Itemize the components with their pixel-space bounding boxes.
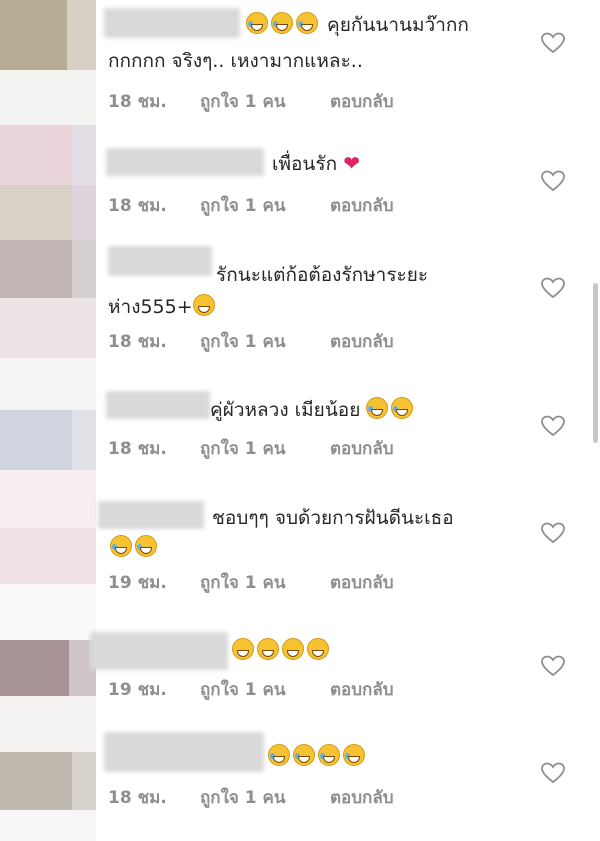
like-count-link[interactable]: ถูกใจ 1 คน xyxy=(200,328,286,355)
emoji-icon xyxy=(282,638,304,660)
emoji-icon xyxy=(232,638,254,660)
comment-text: คุยกันนานมว๊ากก xyxy=(246,8,469,42)
emoji-icon xyxy=(307,638,329,660)
comment-text-line: เพื่อนรัก xyxy=(272,153,338,175)
comment-item: 18 ชม. ถูกใจ 1 คน ตอบกลับ xyxy=(0,728,600,828)
comment-item: รักนะแต่ก้อต้องรักษาระยะ ห่าง555+ 18 ชม.… xyxy=(0,240,600,360)
comment-time: 18 ชม. xyxy=(108,332,167,352)
comment-text-line: กกกกก จริงๆ.. เหงามากแหละ.. xyxy=(108,50,363,72)
username-blurred[interactable] xyxy=(106,391,210,419)
reply-link[interactable]: ตอบกลับ xyxy=(330,676,394,703)
scrollbar-thumb[interactable] xyxy=(593,283,598,443)
comment-text xyxy=(232,634,332,668)
emoji-icon xyxy=(293,744,315,766)
comment-text-line: ห่าง555+ xyxy=(108,296,193,318)
username-blurred[interactable] xyxy=(98,501,204,529)
reply-link[interactable]: ตอบกลับ xyxy=(330,328,394,355)
emoji-icon xyxy=(246,12,268,34)
heart-outline-icon[interactable] xyxy=(541,415,565,437)
comment-text xyxy=(268,740,368,774)
emoji-icon xyxy=(135,535,157,557)
username-blurred[interactable] xyxy=(90,632,228,670)
comment-text-line: คุยกันนานมว๊ากก xyxy=(327,14,469,36)
username-blurred[interactable] xyxy=(104,8,240,38)
comment-item: คู่ผัวหลวง เมียน้อย 18 ชม. ถูกใจ 1 คน ตอ… xyxy=(0,385,600,470)
emoji-icon xyxy=(110,535,132,557)
reply-link[interactable]: ตอบกลับ xyxy=(330,192,394,219)
comment-item: เพื่อนรัก ❤ 18 ชม. ถูกใจ 1 คน ตอบกลับ xyxy=(0,140,600,230)
comment-text: ห่าง555+ xyxy=(108,290,218,324)
comment-time: 18 ชม. xyxy=(108,196,167,216)
heart-outline-icon[interactable] xyxy=(541,277,565,299)
heart-outline-icon[interactable] xyxy=(541,32,565,54)
emoji-icon xyxy=(192,294,215,316)
comment-time: 18 ชม. xyxy=(108,788,167,808)
username-blurred[interactable] xyxy=(104,732,264,772)
like-count-link[interactable]: ถูกใจ 1 คน xyxy=(200,676,286,703)
username-blurred[interactable] xyxy=(108,246,212,276)
like-count-link[interactable]: ถูกใจ 1 คน xyxy=(200,784,286,811)
comment-time: 19 ชม. xyxy=(108,573,167,593)
like-count-link[interactable]: ถูกใจ 1 คน xyxy=(200,192,286,219)
emoji-icon xyxy=(271,12,293,34)
emoji-icon xyxy=(366,397,389,419)
heart-outline-icon[interactable] xyxy=(541,762,565,784)
emoji-icon xyxy=(318,744,340,766)
comment-text: คู่ผัวหลวง เมียน้อย xyxy=(210,393,416,427)
like-count-link[interactable]: ถูกใจ 1 คน xyxy=(200,569,286,596)
heart-outline-icon[interactable] xyxy=(541,170,565,192)
comment-time: 19 ชม. xyxy=(108,680,167,700)
comment-text-line: คู่ผัวหลวง เมียน้อย xyxy=(210,399,361,421)
comment-time: 18 ชม. xyxy=(108,439,167,459)
like-count-link[interactable]: ถูกใจ 1 คน xyxy=(200,88,286,115)
reply-link[interactable]: ตอบกลับ xyxy=(330,784,394,811)
heart-outline-icon[interactable] xyxy=(541,655,565,677)
emoji-icon xyxy=(257,638,279,660)
comment-text: เพื่อนรัก ❤ xyxy=(272,146,360,181)
heart-outline-icon[interactable] xyxy=(541,522,565,544)
comment-item: ชอบๆๆ จบด้วยการฝันดีนะเธอ 19 ชม. ถูกใจ 1… xyxy=(0,495,600,605)
reply-link[interactable]: ตอบกลับ xyxy=(330,435,394,462)
emoji-icon xyxy=(268,744,290,766)
comment-text xyxy=(110,531,160,565)
heart-sparkle-emoji-icon: ❤ xyxy=(343,151,360,175)
comment-item: 19 ชม. ถูกใจ 1 คน ตอบกลับ xyxy=(0,628,600,708)
like-count-link[interactable]: ถูกใจ 1 คน xyxy=(200,435,286,462)
comment-item: คุยกันนานมว๊ากก กกกกก จริงๆ.. เหงามากแหล… xyxy=(0,0,600,115)
comment-text-line: ชอบๆๆ จบด้วยการฝันดีนะเธอ xyxy=(212,507,454,529)
comment-text-line: รักนะแต่ก้อต้องรักษาระยะ xyxy=(216,264,429,286)
emoji-icon xyxy=(391,397,414,419)
comment-time: 18 ชม. xyxy=(108,92,167,112)
emoji-icon xyxy=(296,12,318,34)
username-blurred[interactable] xyxy=(106,148,264,176)
reply-link[interactable]: ตอบกลับ xyxy=(330,569,394,596)
emoji-icon xyxy=(343,744,365,766)
reply-link[interactable]: ตอบกลับ xyxy=(330,88,394,115)
